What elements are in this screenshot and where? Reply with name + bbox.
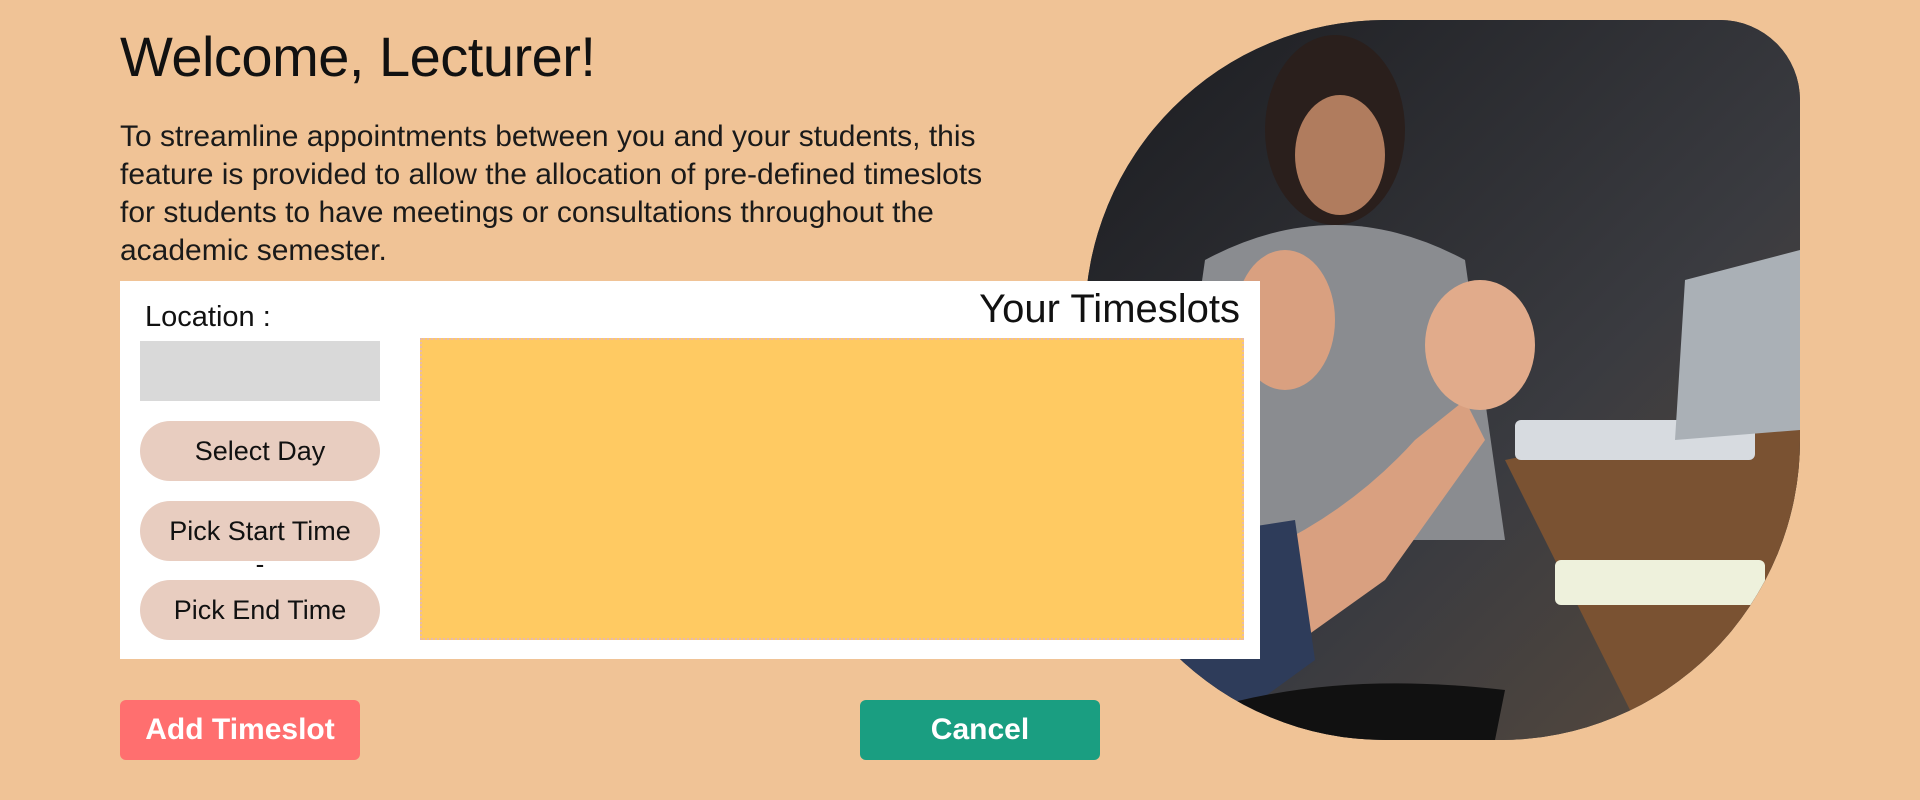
location-input[interactable]	[140, 341, 380, 401]
location-label: Location :	[145, 301, 271, 333]
timeslots-title: Your Timeslots	[979, 287, 1240, 331]
cancel-button[interactable]: Cancel	[860, 700, 1100, 760]
select-day-button[interactable]: Select Day	[140, 421, 380, 481]
page: Welcome, Lecturer! To streamline appoint…	[0, 0, 1920, 800]
timeslot-form-panel: Location : Select Day Pick Start Time - …	[120, 281, 1260, 659]
time-separator: -	[255, 549, 265, 579]
add-timeslot-button[interactable]: Add Timeslot	[120, 700, 360, 760]
pick-end-time-button[interactable]: Pick End Time	[140, 580, 380, 640]
timeslots-list[interactable]	[420, 338, 1244, 640]
intro-text: To streamline appointments between you a…	[120, 120, 983, 267]
page-title: Welcome, Lecturer!	[120, 25, 596, 88]
